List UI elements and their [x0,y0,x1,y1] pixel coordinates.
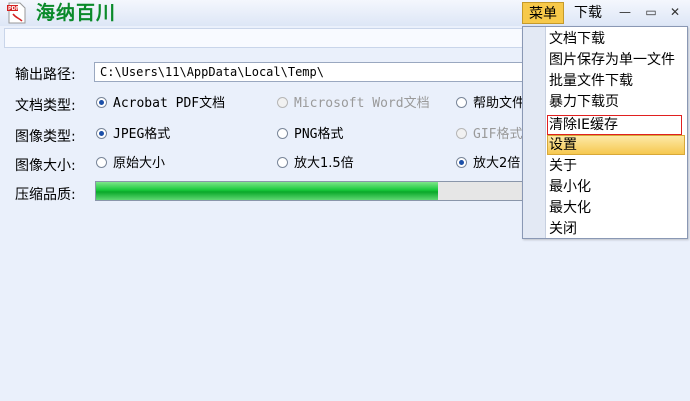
radio-help[interactable]: 帮助文件 [456,95,525,113]
radio-dot-icon [277,157,288,168]
svg-text:PDF: PDF [8,6,19,12]
menu-item-minimize[interactable]: 最小化 [549,177,591,197]
output-path-field[interactable]: C:\Users\11\AppData\Local\Temp\ [94,62,534,82]
title-bar: PDF 海纳百川 菜单 下载 — ▭ ✕ [0,0,690,26]
close-icon[interactable]: ✕ [666,3,684,21]
quality-label: 压缩品质: [15,187,76,203]
radio-gif-label: GIF格式 [473,127,523,142]
radio-help-label: 帮助文件 [473,96,526,111]
radio-word[interactable]: Microsoft Word文档 [277,95,430,113]
menu-item-doc-download[interactable]: 文档下载 [549,29,605,49]
dropdown-menu: 文档下载 图片保存为单一文件 批量文件下载 暴力下载页 清除IE缓存 设置 关于… [522,26,688,239]
app-title: 海纳百川 [36,2,117,24]
radio-jpeg-label: JPEG格式 [113,127,171,142]
radio-zoom-2[interactable]: 放大2倍 [456,155,520,173]
download-button[interactable]: 下载 [568,2,608,24]
quality-slider[interactable] [95,181,535,201]
radio-dot-icon [456,157,467,168]
menu-button[interactable]: 菜单 [522,2,564,24]
menu-item-close[interactable]: 关闭 [549,219,577,239]
radio-dot-icon [96,157,107,168]
radio-dot-icon [456,97,467,108]
menu-item-batch-download[interactable]: 批量文件下载 [549,71,633,91]
menu-item-clear-ie-cache[interactable]: 清除IE缓存 [549,115,618,135]
minimize-icon[interactable]: — [616,3,634,21]
radio-dot-icon [277,128,288,139]
radio-pdf[interactable]: Acrobat PDF文档 [96,95,225,113]
maximize-icon[interactable]: ▭ [642,3,660,21]
radio-png-label: PNG格式 [294,127,344,142]
radio-dot-icon [96,128,107,139]
radio-dot-icon [96,97,107,108]
radio-original-size-label: 原始大小 [113,156,166,171]
radio-dot-icon [277,97,288,108]
menu-item-force-download[interactable]: 暴力下载页 [549,92,619,112]
doc-type-label: 文档类型: [15,98,76,114]
menu-gutter [523,27,546,238]
radio-gif[interactable]: GIF格式 [456,126,522,144]
radio-jpeg[interactable]: JPEG格式 [96,126,170,144]
menu-item-save-image-single[interactable]: 图片保存为单一文件 [549,50,675,70]
menu-item-settings[interactable]: 设置 [549,135,577,155]
quality-fill [96,182,438,200]
radio-zoom-2-label: 放大2倍 [473,156,521,171]
radio-zoom-1-5[interactable]: 放大1.5倍 [277,155,354,173]
radio-dot-icon [456,128,467,139]
radio-original-size[interactable]: 原始大小 [96,155,165,173]
image-size-label: 图像大小: [15,158,76,174]
radio-png[interactable]: PNG格式 [277,126,343,144]
pdf-file-icon: PDF [7,2,26,24]
image-type-label: 图像类型: [15,129,76,145]
menu-item-about[interactable]: 关于 [549,156,577,176]
output-path-label: 输出路径: [15,67,76,83]
radio-zoom-1-5-label: 放大1.5倍 [294,156,354,171]
radio-pdf-label: Acrobat PDF文档 [113,96,226,111]
radio-word-label: Microsoft Word文档 [294,96,430,111]
menu-item-maximize[interactable]: 最大化 [549,198,591,218]
